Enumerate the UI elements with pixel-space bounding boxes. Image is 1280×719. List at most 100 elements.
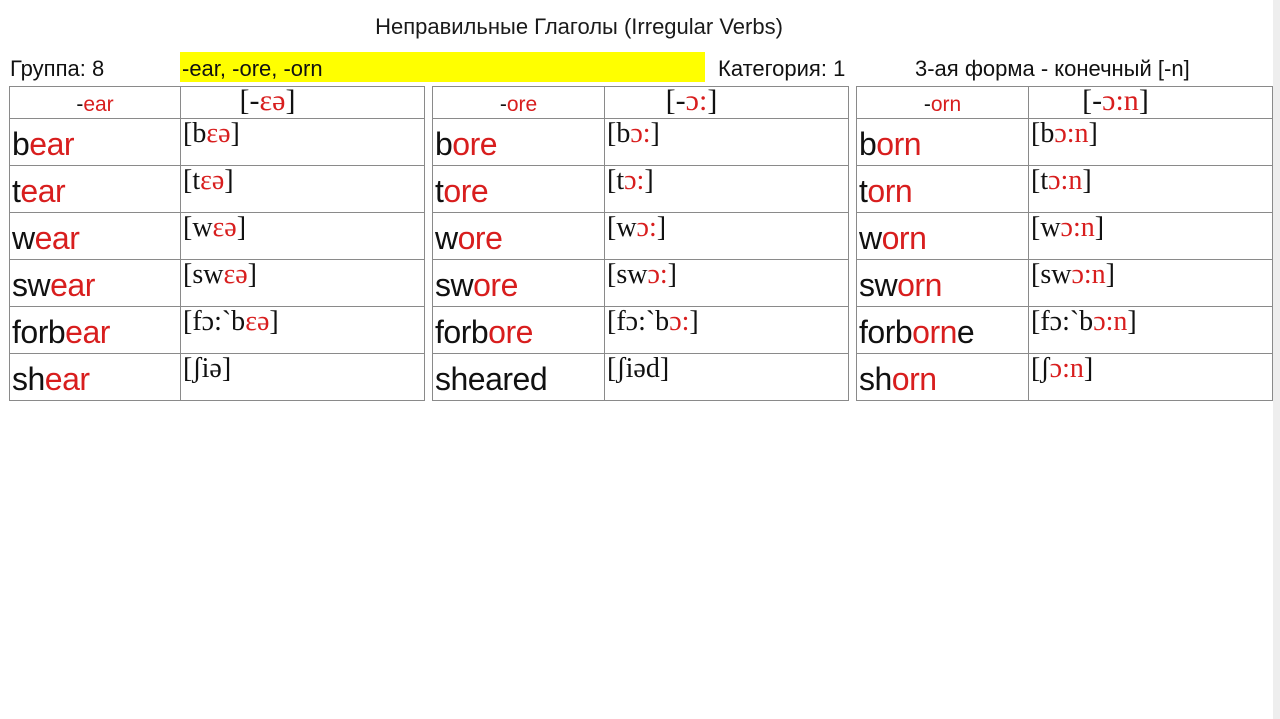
verb-word: bear: [11, 120, 180, 164]
transcription-cell: [fɔ:`bεə]: [180, 306, 425, 354]
word-cell: bear: [9, 118, 181, 166]
word-ending: ore: [457, 220, 503, 256]
transcription-start: [sw: [183, 259, 224, 290]
word-cell: forbore: [432, 306, 605, 354]
transcription-start: [w: [607, 212, 637, 243]
table-header-row: -ore [-ɔ:]: [432, 86, 849, 119]
ipa-header: [-ɔ:n]: [1030, 86, 1272, 117]
transcription: [tεə]: [182, 165, 424, 197]
transcription-ending: ɔ:: [669, 306, 690, 337]
transcription-ending: εə: [200, 165, 225, 196]
verb-word: bore: [434, 120, 604, 164]
transcription-cell: [bɔ:n]: [1028, 118, 1273, 166]
word-stem: forb: [435, 314, 489, 350]
transcription-start: [t: [607, 165, 625, 196]
transcription: [fɔ:`bεə]: [182, 306, 424, 338]
suffix-dash: -: [499, 93, 507, 116]
transcription: [fɔ:`bɔ:n]: [1030, 306, 1272, 338]
transcription-close: ]: [230, 118, 240, 149]
word-cell: born: [856, 118, 1029, 166]
suffix-header: -ore: [434, 88, 604, 118]
word-stem: sw: [859, 267, 898, 303]
verb-word: tear: [11, 167, 180, 211]
transcription: [wɔ:]: [606, 212, 848, 244]
word-ending: orn: [867, 173, 913, 209]
word-ending: ore: [473, 267, 518, 303]
table-row: forbear [fɔ:`bεə]: [9, 306, 425, 354]
word-stem: sheared: [435, 361, 548, 397]
word-stem: forb: [12, 314, 66, 350]
transcription-cell: [wɔ:]: [604, 212, 849, 260]
transcription: [fɔ:`bɔ:]: [606, 306, 848, 338]
word-cell: bore: [432, 118, 605, 166]
word-stem: b: [12, 126, 30, 162]
word-cell: forbear: [9, 306, 181, 354]
table-row: swear [swεə]: [9, 259, 425, 307]
word-stem: forb: [859, 314, 913, 350]
transcription-close: ]: [221, 353, 232, 384]
transcription: [tɔ:]: [606, 165, 848, 197]
transcription-cell: [swɔ:]: [604, 259, 849, 307]
transcription-cell: [wεə]: [180, 212, 425, 260]
word-ending: ear: [50, 267, 95, 303]
transcription-start: [fɔ:`b: [183, 306, 246, 337]
word-ending: ear: [44, 361, 90, 397]
transcription: [swɔ:]: [606, 259, 848, 291]
word-ending: orn: [897, 267, 942, 303]
word-ending: orn: [881, 220, 927, 256]
transcription-cell: [ʃɔ:n]: [1028, 353, 1273, 401]
verb-word: wore: [434, 214, 604, 258]
suffix-dash: -: [923, 93, 931, 116]
transcription-start: [fɔ:`b: [1031, 306, 1094, 337]
table-row: wear [wεə]: [9, 212, 425, 260]
transcription: [tɔ:n]: [1030, 165, 1272, 197]
word-cell: wear: [9, 212, 181, 260]
group-label: Группа: 8: [10, 56, 105, 81]
table-row: sworn [swɔ:n]: [856, 259, 1273, 307]
transcription-cell: [tεə]: [180, 165, 425, 213]
word-stem: sh: [12, 361, 45, 397]
table-row: born [bɔ:n]: [856, 118, 1273, 166]
word-cell: tear: [9, 165, 181, 213]
transcription: [ʃɔ:n]: [1030, 355, 1272, 385]
verb-word: shorn: [858, 355, 1028, 399]
word-ending: ear: [20, 173, 66, 209]
scrollbar-track[interactable]: [1273, 0, 1280, 719]
transcription-start: [b: [1031, 118, 1055, 149]
page-title: Неправильные Глаголы (Irregular Verbs): [375, 14, 783, 39]
ipa-bracket-open: [-: [1082, 86, 1103, 117]
transcription-ending: ɔ:: [647, 259, 668, 290]
transcription-close: ]: [1082, 165, 1092, 196]
transcription: [swɔ:n]: [1030, 259, 1272, 291]
transcription-ending: ɔ:n: [1054, 118, 1089, 149]
ipa-bracket-close: ]: [1138, 86, 1149, 117]
transcription-ending: εə: [212, 212, 237, 243]
transcription: [bɔ:n]: [1030, 118, 1272, 150]
table-header-row: -orn [-ɔ:n]: [856, 86, 1273, 119]
transcription-close: ]: [650, 118, 660, 149]
word-cell: forborne: [856, 306, 1029, 354]
suffix-ending: ear: [83, 93, 114, 116]
table-row: forbore [fɔ:`bɔ:]: [432, 306, 849, 354]
ipa-header: [-εə]: [182, 86, 424, 117]
transcription-start: [t: [183, 165, 201, 196]
word-cell: swore: [432, 259, 605, 307]
suffix-ending: ore: [506, 93, 538, 116]
word-ending: ear: [29, 126, 75, 162]
table-row: worn [wɔ:n]: [856, 212, 1273, 260]
transcription-close: ]: [1105, 259, 1115, 290]
verb-word: tore: [434, 167, 604, 211]
word-stem: w: [12, 220, 35, 256]
table-header-row: -ear [-εə]: [9, 86, 425, 119]
suffix-ending: orn: [930, 93, 962, 116]
ipa-bracket-open: [-: [239, 86, 260, 117]
table-row: shear [ʃiə]: [9, 353, 425, 401]
transcription-cell: [bɔ:]: [604, 118, 849, 166]
transcription: [ʃiəd]: [606, 355, 848, 385]
word-cell: tore: [432, 165, 605, 213]
transcription: [bεə]: [182, 118, 424, 150]
transcription-ending: ɔ:: [624, 165, 645, 196]
transcription-ending: ɔ:: [630, 118, 651, 149]
ipa-bracket-open: [-: [665, 86, 686, 117]
word-cell: wore: [432, 212, 605, 260]
